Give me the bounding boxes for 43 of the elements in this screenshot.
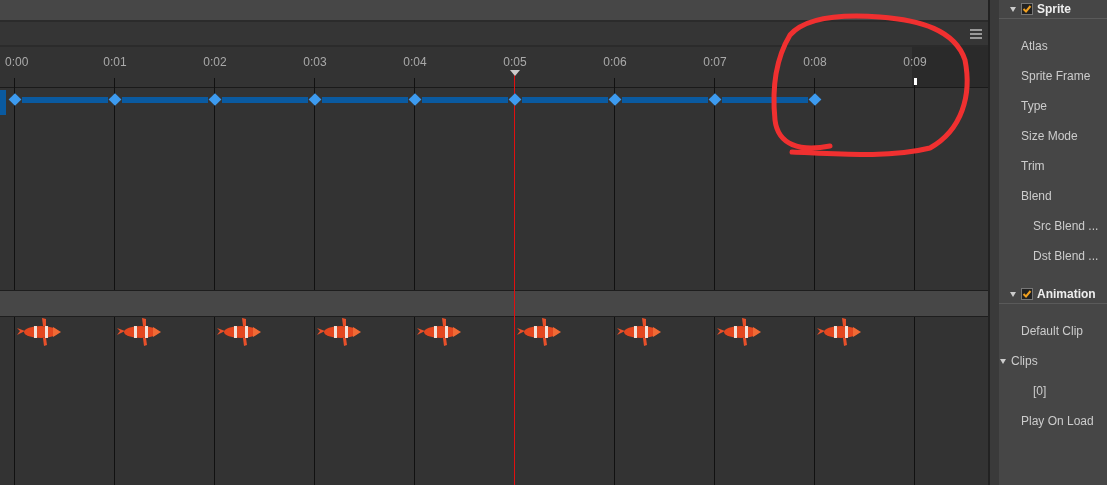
property-label: Blend <box>1021 189 1052 203</box>
scrollbar[interactable] <box>988 0 999 485</box>
menu-icon[interactable] <box>970 28 982 39</box>
property-label: Size Mode <box>1021 129 1078 143</box>
time-label: 0:05 <box>503 55 527 69</box>
property-label: Clips <box>1011 354 1038 368</box>
fish-sprite-icon[interactable] <box>715 316 761 348</box>
fish-sprite-icon[interactable] <box>615 316 661 348</box>
time-label: 0:01 <box>103 55 127 69</box>
time-label: 0:04 <box>403 55 427 69</box>
track-selection-marker <box>0 90 6 115</box>
fish-sprite-icon[interactable] <box>815 316 861 348</box>
checkbox[interactable] <box>1021 288 1033 300</box>
section-title: Sprite <box>1037 2 1071 16</box>
property-label: Dst Blend ... <box>1033 249 1099 263</box>
property-label: Sprite Frame <box>1021 69 1091 83</box>
time-label: 0:00 <box>5 55 29 69</box>
property-label: Trim <box>1021 159 1045 173</box>
property-label: Default Clip <box>1021 324 1084 338</box>
fish-sprite-icon[interactable] <box>115 316 161 348</box>
playhead-marker-icon[interactable] <box>510 70 520 76</box>
property-label: Play On Load <box>1021 414 1094 428</box>
fish-sprite-icon[interactable] <box>515 316 561 348</box>
time-label: 0:03 <box>303 55 327 69</box>
time-label: 0:02 <box>203 55 227 69</box>
time-label: 0:09 <box>903 55 927 69</box>
end-marker[interactable] <box>914 78 917 85</box>
section-title: Animation <box>1037 287 1096 301</box>
property-label: Src Blend ... <box>1033 219 1099 233</box>
fish-sprite-icon[interactable] <box>415 316 461 348</box>
fish-sprite-icon[interactable] <box>15 316 61 348</box>
checkbox[interactable] <box>1021 3 1033 15</box>
expand-arrow-icon[interactable] <box>1009 5 1017 13</box>
time-label: 0:06 <box>603 55 627 69</box>
time-label: 0:08 <box>803 55 827 69</box>
property-label: Atlas <box>1021 39 1048 53</box>
time-label: 0:07 <box>703 55 727 69</box>
expand-arrow-icon[interactable] <box>999 357 1007 365</box>
expand-arrow-icon[interactable] <box>1009 290 1017 298</box>
property-label: Type <box>1021 99 1047 113</box>
property-label: [0] <box>1033 384 1047 398</box>
fish-sprite-icon[interactable] <box>315 316 361 348</box>
fish-sprite-icon[interactable] <box>215 316 261 348</box>
